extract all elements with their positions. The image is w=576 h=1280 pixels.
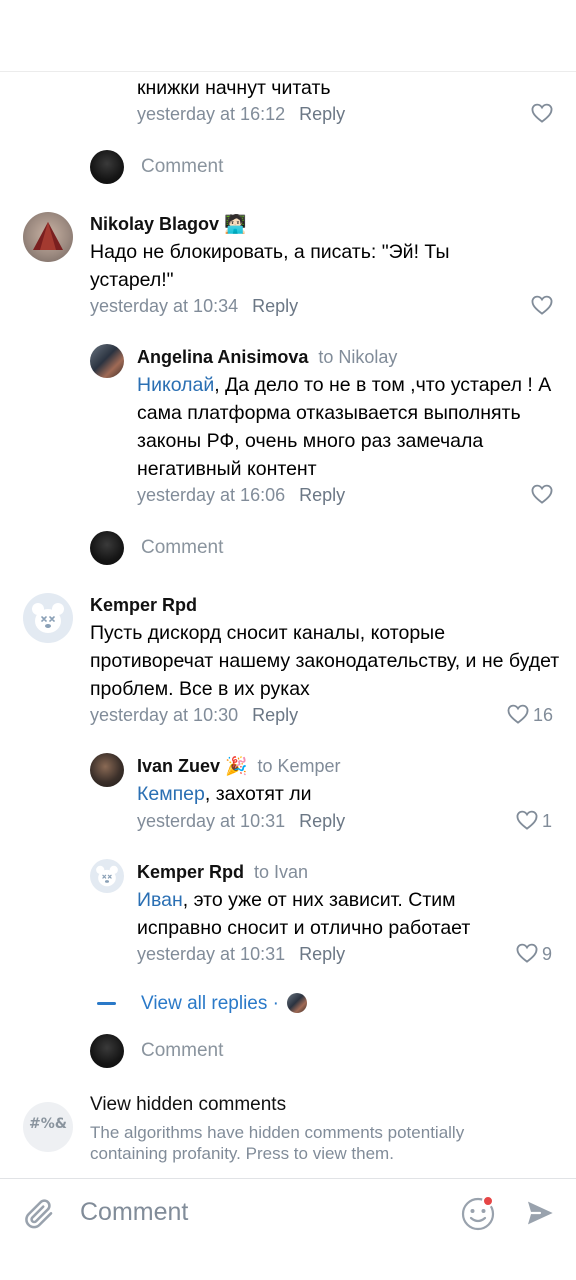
comment-author[interactable]: Nikolay Blagov 🧑🏻‍💻: [90, 212, 246, 236]
comment-text: Николай, Да дело то не в том ,что устаре…: [137, 371, 562, 483]
bottom-comment-input[interactable]: Comment: [80, 1198, 188, 1227]
comment-meta: yesterday at 16:12 Reply: [137, 102, 345, 126]
author-name[interactable]: Angelina Anisimova: [137, 347, 308, 367]
mention-link[interactable]: Кемпер: [137, 783, 205, 805]
profanity-symbols: #%&: [29, 1116, 67, 1132]
hidden-comments-title[interactable]: View hidden comments: [90, 1093, 286, 1117]
comment-input[interactable]: Comment: [141, 536, 223, 560]
comment-text: Пусть дискорд сносит каналы, которые про…: [90, 622, 560, 700]
heart-icon[interactable]: [531, 103, 553, 123]
reply-to-label[interactable]: to Ivan: [254, 862, 308, 882]
reply-button[interactable]: Reply: [299, 104, 345, 124]
comment-time: yesterday at 10:30: [90, 705, 239, 725]
mention-link[interactable]: Николай: [137, 374, 214, 396]
my-avatar: [90, 531, 124, 565]
comment-time: yesterday at 16:06: [137, 485, 286, 505]
comment-input[interactable]: Comment: [141, 155, 223, 179]
reply-button[interactable]: Reply: [252, 296, 298, 316]
heart-icon[interactable]: [516, 943, 538, 963]
my-avatar: [90, 150, 124, 184]
comment-text: Надо не блокировать, а писать: "Эй! Ты у…: [90, 241, 450, 291]
comment-author[interactable]: Angelina Anisimova to Nikolay: [137, 345, 397, 369]
collapse-line-icon: [97, 1002, 116, 1005]
heart-icon[interactable]: [516, 810, 538, 830]
comment-text: Кемпер, захотят ли: [137, 780, 557, 808]
mention-link[interactable]: Иван: [137, 889, 183, 911]
view-all-replies-label[interactable]: View all replies ·: [141, 993, 279, 1014]
heart-icon[interactable]: [531, 295, 553, 315]
comment-meta: yesterday at 10:31 Reply: [137, 809, 345, 833]
avatar[interactable]: [90, 859, 124, 893]
reply-button[interactable]: Reply: [252, 705, 298, 725]
like-count: 1: [542, 811, 553, 831]
comment-meta: yesterday at 16:06 Reply: [137, 483, 345, 507]
avatar[interactable]: [90, 753, 124, 787]
comment-body: , захотят ли: [204, 783, 312, 805]
avatar[interactable]: [23, 212, 73, 262]
author-name[interactable]: Nikolay Blagov: [90, 214, 219, 234]
comment-author[interactable]: Kemper Rpd: [90, 593, 197, 617]
header-divider: [0, 71, 576, 72]
author-emoji: 🧑🏻‍💻: [224, 214, 247, 234]
author-emoji: 🎉: [225, 756, 248, 776]
comment-meta: yesterday at 10:31 Reply: [137, 942, 345, 966]
bear-placeholder-icon: [96, 865, 118, 887]
author-name[interactable]: Ivan Zuev: [137, 756, 220, 776]
comment-time: yesterday at 10:31: [137, 944, 286, 964]
comment-text: книжки начнут читать: [137, 77, 331, 99]
comment-text: Иван, это уже от них зависит. Стим испра…: [137, 886, 537, 942]
notification-dot: [482, 1195, 494, 1207]
author-name[interactable]: Kemper Rpd: [137, 862, 244, 882]
comment-meta: yesterday at 10:34 Reply: [90, 294, 298, 318]
send-icon[interactable]: [524, 1197, 556, 1229]
reply-button[interactable]: Reply: [299, 944, 345, 964]
reply-to-label[interactable]: to Nikolay: [318, 347, 397, 367]
like-count: 9: [542, 944, 553, 964]
attach-icon[interactable]: [22, 1196, 56, 1232]
hidden-comments-icon[interactable]: #%&: [23, 1102, 73, 1152]
avatar[interactable]: [90, 344, 124, 378]
view-all-replies-link[interactable]: View all replies ·: [141, 992, 279, 1016]
comment-time: yesterday at 10:34: [90, 296, 239, 316]
comment-input[interactable]: Comment: [141, 1039, 223, 1063]
heart-icon[interactable]: [531, 484, 553, 504]
top-header-area: [0, 0, 576, 72]
comment-time: yesterday at 16:12: [137, 104, 286, 124]
reply-button[interactable]: Reply: [299, 485, 345, 505]
replier-avatar: [287, 993, 307, 1013]
bear-placeholder-icon: [32, 603, 64, 633]
reply-button[interactable]: Reply: [299, 811, 345, 831]
comment-time: yesterday at 10:31: [137, 811, 286, 831]
avatar[interactable]: [23, 593, 73, 643]
comment-author[interactable]: Ivan Zuev 🎉 to Kemper: [137, 754, 341, 778]
reply-to-label[interactable]: to Kemper: [257, 756, 340, 776]
like-count: 16: [533, 705, 554, 725]
author-name[interactable]: Kemper Rpd: [90, 595, 197, 615]
bottom-bar-divider: [0, 1178, 576, 1179]
emoji-icon[interactable]: [460, 1195, 496, 1231]
comment-meta: yesterday at 10:30 Reply: [90, 703, 298, 727]
comment-body: , это уже от них зависит. Стим исправно …: [137, 889, 471, 939]
my-avatar: [90, 1034, 124, 1068]
comment-author[interactable]: Kemper Rpd to Ivan: [137, 860, 308, 884]
hidden-comments-subtitle[interactable]: The algorithms have hidden comments pote…: [90, 1122, 530, 1164]
pyramid-image: [33, 222, 63, 250]
heart-icon[interactable]: [507, 704, 529, 724]
